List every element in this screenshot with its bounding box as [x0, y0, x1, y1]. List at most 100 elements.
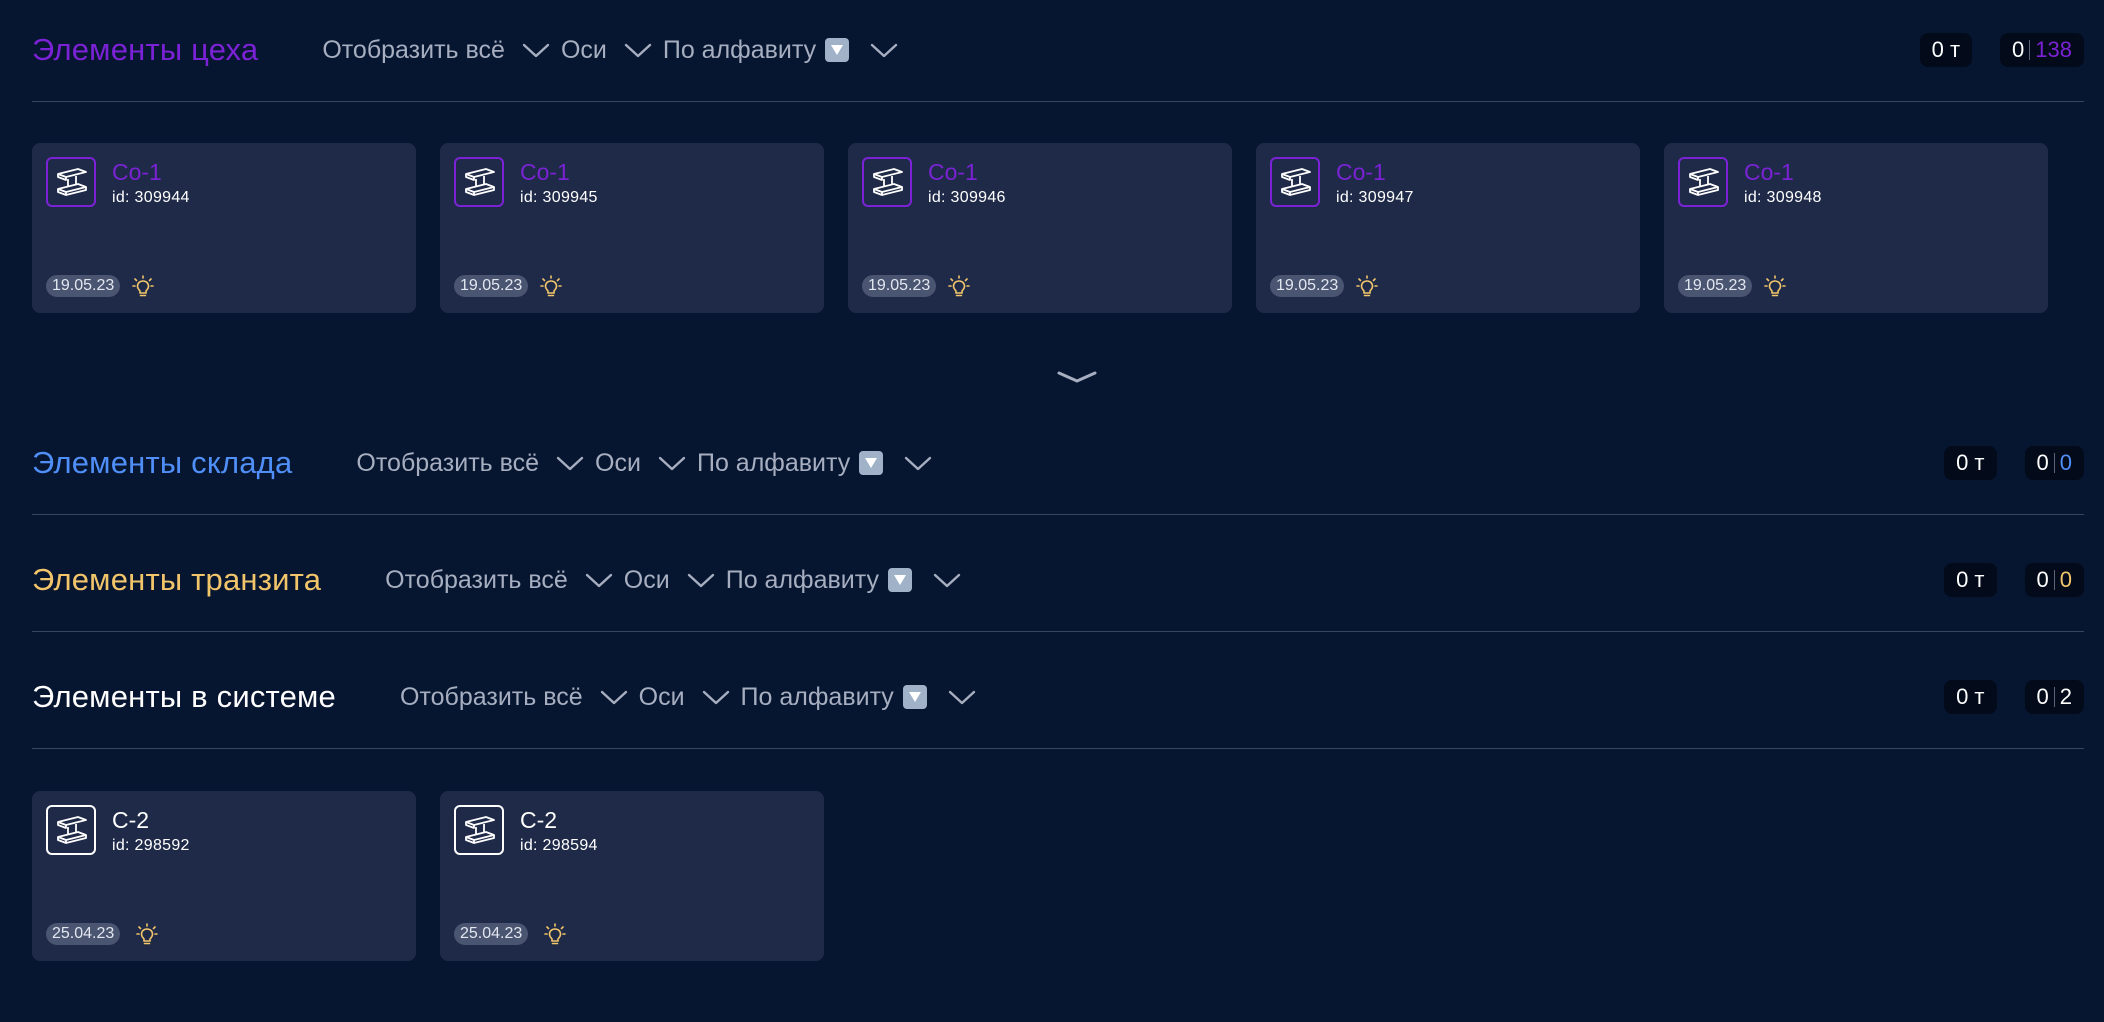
workshop-section: Элементы цеха Отобразить всё Оси По алфа…	[32, 10, 2084, 102]
transit-stats: 0 т 00	[1944, 540, 2084, 620]
weight-badge: 0 т	[1944, 446, 1997, 480]
section-divider	[32, 631, 2084, 632]
card-id: id: 298594	[520, 837, 598, 854]
weight-badge: 0 т	[1919, 33, 1973, 67]
chevron-down-icon	[556, 456, 584, 471]
sort-dropdown[interactable]: По алфавиту	[741, 683, 987, 712]
display-all-label: Отобразить всё	[400, 682, 583, 711]
warehouse-title: Элементы склада	[32, 445, 293, 480]
down-arrow-button-icon	[859, 451, 884, 475]
count-right: 0	[2059, 567, 2072, 592]
chevron-down-icon	[624, 43, 652, 58]
steel-beam-icon	[454, 805, 504, 855]
warehouse-section: Элементы склада Отобразить всё Оси По ал…	[32, 423, 2084, 515]
display-all-label: Отобразить всё	[356, 448, 540, 477]
warehouse-stats: 0 т 00	[1944, 423, 2084, 503]
lightbulb-icon	[540, 275, 562, 299]
element-card[interactable]: С-2 id: 298592 25.04.23	[32, 791, 416, 961]
count-badge: 02	[2024, 680, 2084, 714]
chevron-down-icon	[905, 456, 932, 471]
weight-badge: 0 т	[1944, 563, 1997, 597]
card-name: Со-1	[1336, 159, 1386, 185]
lightbulb-icon	[1764, 275, 1786, 299]
chevron-down-icon	[933, 573, 961, 588]
workshop-stats: 0 т 0 138	[1919, 10, 2084, 90]
display-all-dropdown[interactable]: Отобразить всё	[356, 449, 595, 478]
card-name: Со-1	[1744, 159, 1794, 185]
chevron-down-icon	[702, 690, 729, 705]
weight-value: 0 т	[1956, 450, 1985, 475]
element-card[interactable]: Со-1 id: 309944 19.05.23	[32, 143, 416, 313]
display-all-label: Отобразить всё	[385, 565, 568, 594]
date-badge: 25.04.23	[454, 923, 529, 945]
lightbulb-icon	[136, 923, 158, 947]
count-right: 0	[2059, 450, 2072, 475]
element-card[interactable]: Со-1 id: 309945 19.05.23	[440, 143, 824, 313]
count-badge: 00	[2024, 446, 2084, 480]
display-all-dropdown[interactable]: Отобразить всё	[385, 566, 624, 595]
system-cards: С-2 id: 298592 25.04.23 С-2 id: 298594 2…	[32, 791, 824, 961]
count-left: 0	[2036, 567, 2049, 592]
card-id: id: 309947	[1336, 189, 1414, 206]
section-divider	[32, 101, 2084, 102]
chevron-down-icon	[600, 690, 627, 705]
lightbulb-icon	[1356, 275, 1378, 299]
chevron-down-icon	[658, 456, 686, 471]
element-card[interactable]: Со-1 id: 309948 19.05.23	[1664, 143, 2048, 313]
sort-label: По алфавиту	[740, 682, 894, 711]
axes-dropdown[interactable]: Оси	[639, 683, 741, 712]
element-card[interactable]: Со-1 id: 309946 19.05.23	[848, 143, 1232, 313]
card-name: Со-1	[520, 159, 570, 185]
date-badge: 19.05.23	[862, 275, 937, 297]
chevron-down-icon	[948, 690, 976, 705]
card-name: Со-1	[112, 159, 162, 185]
count-badge: 00	[2024, 563, 2084, 597]
lightbulb-icon	[544, 923, 566, 947]
system-stats: 0 т 02	[1944, 657, 2084, 737]
workshop-header: Элементы цеха Отобразить всё Оси По алфа…	[32, 10, 2084, 90]
date-badge: 25.04.23	[46, 923, 121, 945]
steel-beam-icon	[46, 805, 96, 855]
system-title: Элементы в системе	[32, 679, 336, 714]
card-name: С-2	[520, 807, 558, 833]
count-right: 138	[2035, 37, 2072, 62]
transit-title: Элементы транзита	[32, 562, 322, 597]
steel-beam-icon	[862, 157, 912, 207]
axes-dropdown[interactable]: Оси	[561, 36, 663, 65]
chevron-down-icon	[870, 43, 898, 58]
axes-label: Оси	[560, 35, 607, 64]
display-all-dropdown[interactable]: Отобразить всё	[322, 36, 561, 65]
axes-dropdown[interactable]: Оси	[624, 566, 726, 595]
card-name: С-2	[112, 807, 150, 833]
card-name: Со-1	[928, 159, 978, 185]
axes-label: Оси	[623, 565, 670, 594]
warehouse-header: Элементы склада Отобразить всё Оси По ал…	[32, 423, 2084, 503]
date-badge: 19.05.23	[454, 275, 529, 297]
transit-section: Элементы транзита Отобразить всё Оси По …	[32, 540, 2084, 632]
weight-value: 0 т	[1956, 684, 1985, 709]
steel-beam-icon	[1678, 157, 1728, 207]
sort-dropdown[interactable]: По алфавиту	[697, 449, 943, 478]
card-id: id: 309948	[1744, 189, 1822, 206]
count-badge: 0 138	[2000, 33, 2084, 67]
down-arrow-button-icon	[825, 38, 850, 62]
weight-value: 0 т	[1956, 567, 1985, 592]
down-arrow-button-icon	[902, 685, 927, 709]
weight-value: 0 т	[1931, 37, 1961, 62]
axes-dropdown[interactable]: Оси	[595, 449, 697, 478]
sort-label: По алфавиту	[725, 565, 879, 594]
count-right: 2	[2059, 684, 2072, 709]
expand-chevron-icon[interactable]	[1057, 368, 1097, 388]
element-card[interactable]: Со-1 id: 309947 19.05.23	[1256, 143, 1640, 313]
sort-dropdown[interactable]: По алфавиту	[726, 566, 972, 595]
card-id: id: 309946	[928, 189, 1006, 206]
element-card[interactable]: С-2 id: 298594 25.04.23	[440, 791, 824, 961]
steel-beam-icon	[454, 157, 504, 207]
lightbulb-icon	[948, 275, 970, 299]
date-badge: 19.05.23	[1270, 275, 1345, 297]
workshop-title: Элементы цеха	[32, 32, 259, 67]
sort-dropdown[interactable]: По алфавиту	[663, 36, 909, 65]
count-left: 0	[2036, 450, 2049, 475]
sort-label: По алфавиту	[662, 35, 817, 64]
display-all-dropdown[interactable]: Отобразить всё	[400, 683, 639, 712]
